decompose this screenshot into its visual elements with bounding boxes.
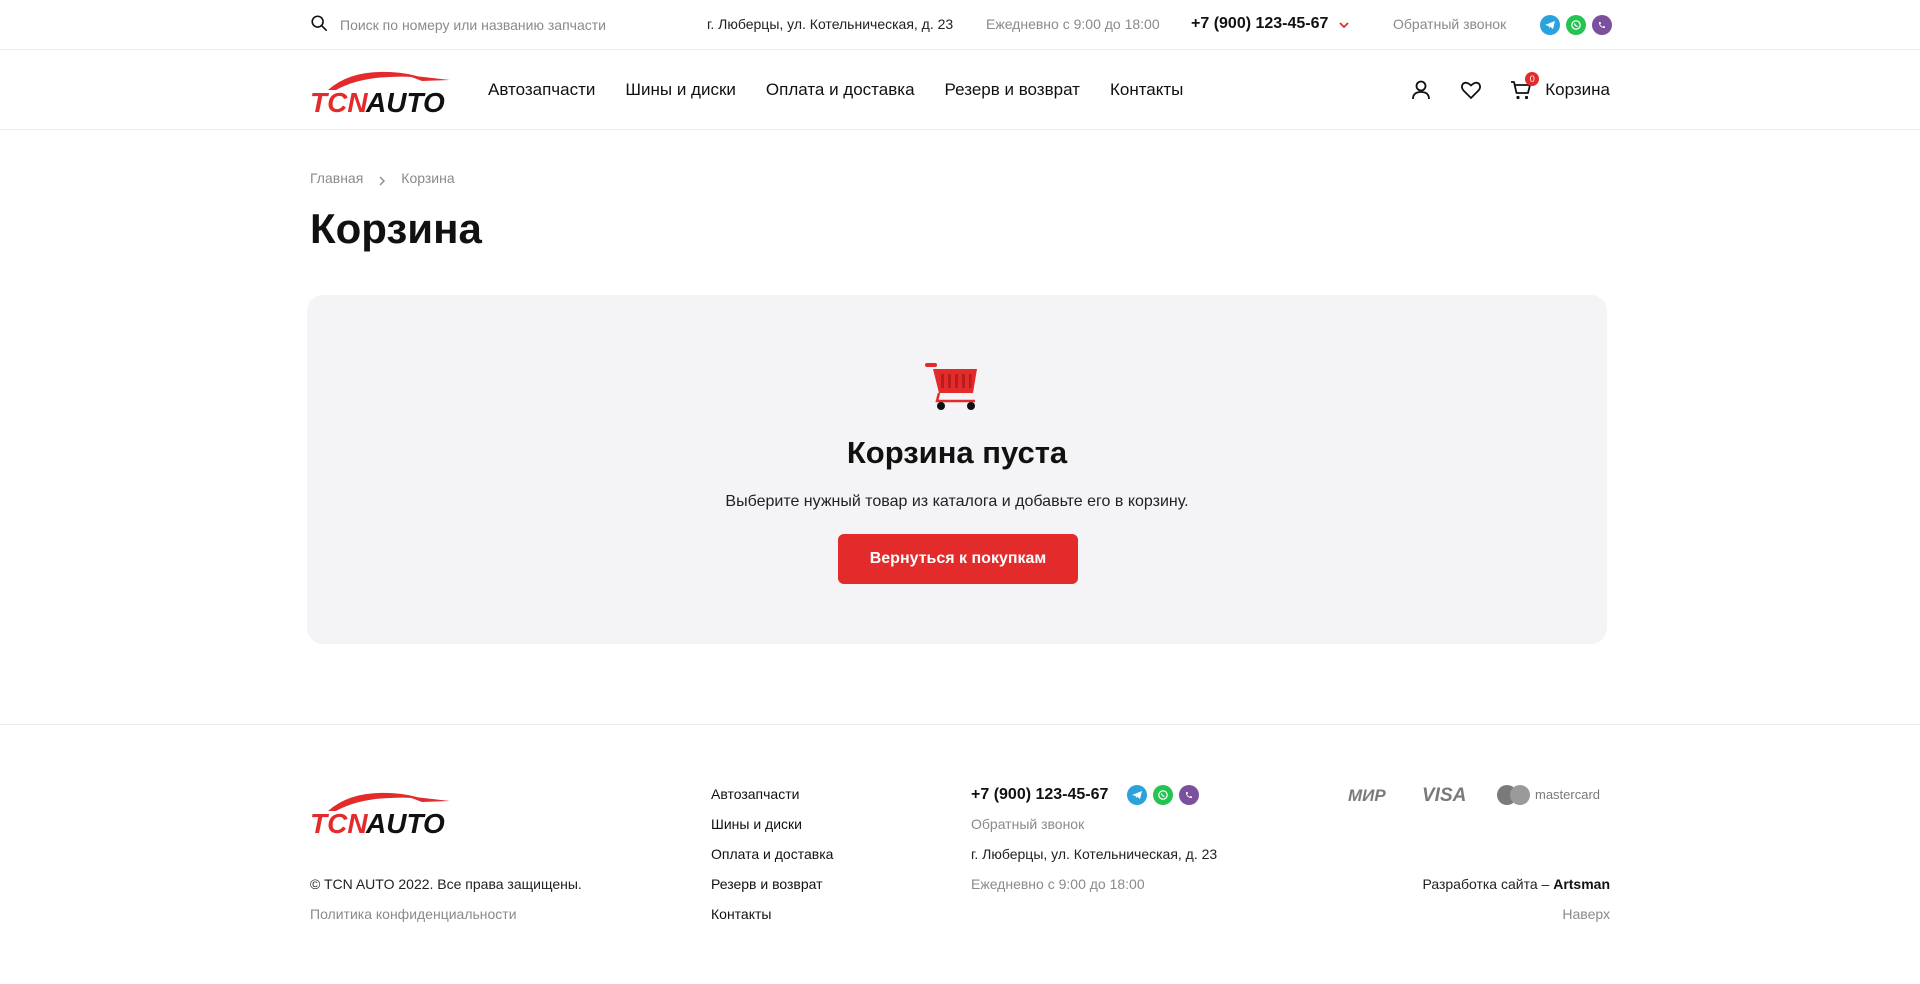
footer: TCN AUTO © TCN AUTO 2022. Все права защи…: [0, 724, 1920, 984]
visa-logo-text: VISA: [1422, 785, 1466, 805]
developer-credit: Разработка сайта – Artsman: [1422, 876, 1610, 892]
main-header: TCN AUTO Автозапчасти Шины и диски Оплат…: [0, 50, 1920, 130]
logo-text-red: TCN: [310, 87, 368, 116]
telegram-icon[interactable]: [1127, 785, 1147, 805]
cart-count-badge: 0: [1525, 72, 1540, 86]
viber-icon[interactable]: [1179, 785, 1199, 805]
empty-cart-title: Корзина пуста: [846, 435, 1068, 470]
page-title: Корзина: [310, 205, 482, 252]
shopping-cart-icon: [923, 361, 983, 413]
callback-link[interactable]: Обратный звонок: [1393, 16, 1506, 32]
nav-item-reserve[interactable]: Резерв и возврат: [945, 80, 1080, 100]
header-actions: 0 Корзина: [1383, 50, 1610, 130]
back-to-top-link[interactable]: Наверх: [1562, 906, 1610, 922]
cart-icon[interactable]: 0: [1509, 72, 1540, 102]
user-icon[interactable]: [1409, 78, 1433, 102]
top-bar: г. Люберцы, ул. Котельническая, д. 23 Еж…: [0, 0, 1920, 50]
logo[interactable]: TCN AUTO: [310, 64, 450, 118]
search-box[interactable]: [310, 0, 690, 50]
footer-nav-autoparts[interactable]: Автозапчасти: [711, 786, 833, 803]
breadcrumb-home[interactable]: Главная: [310, 170, 363, 186]
back-to-shopping-button[interactable]: Вернуться к покупкам: [838, 534, 1078, 584]
chevron-down-icon[interactable]: [1338, 18, 1350, 30]
whatsapp-icon[interactable]: [1566, 15, 1586, 35]
nav-item-contacts[interactable]: Контакты: [1110, 80, 1183, 100]
top-phone[interactable]: +7 (900) 123-45-67: [1191, 15, 1350, 33]
footer-nav-tires[interactable]: Шины и диски: [711, 816, 833, 833]
footer-phone[interactable]: +7 (900) 123-45-67: [971, 786, 1108, 804]
footer-nav: Автозапчасти Шины и диски Оплата и доста…: [711, 786, 833, 923]
developer-credit-prefix: Разработка сайта –: [1422, 876, 1554, 892]
breadcrumb: Главная Корзина: [310, 170, 455, 186]
main-nav: Автозапчасти Шины и диски Оплата и доста…: [488, 50, 1183, 130]
footer-messengers: [1127, 785, 1199, 805]
whatsapp-icon[interactable]: [1153, 785, 1173, 805]
search-icon[interactable]: [310, 14, 328, 37]
top-phone-number[interactable]: +7 (900) 123-45-67: [1191, 15, 1328, 33]
visa-logo: VISA: [1422, 785, 1466, 805]
footer-logo-text-black: AUTO: [365, 808, 445, 837]
logo-text-black: AUTO: [365, 87, 445, 116]
footer-logo[interactable]: TCN AUTO: [310, 785, 450, 839]
payment-methods: МИР VISA mastercard: [1348, 784, 1610, 806]
mir-logo: МИР: [1348, 786, 1386, 805]
footer-logo-text-red: TCN: [310, 808, 368, 837]
mastercard-logo-text: mastercard: [1535, 787, 1600, 802]
footer-nav-payment[interactable]: Оплата и доставка: [711, 846, 833, 863]
top-hours: Ежедневно с 9:00 до 18:00: [986, 16, 1160, 32]
empty-cart-panel: Корзина пуста Выберите нужный товар из к…: [307, 295, 1607, 644]
nav-item-payment[interactable]: Оплата и доставка: [766, 80, 915, 100]
footer-address: г. Люберцы, ул. Котельническая, д. 23: [971, 846, 1218, 862]
messengers: [1540, 15, 1612, 35]
footer-nav-contacts[interactable]: Контакты: [711, 906, 833, 923]
empty-cart-text: Выберите нужный товар из каталога и доба…: [725, 493, 1189, 510]
viber-icon[interactable]: [1592, 15, 1612, 35]
top-address: г. Люберцы, ул. Котельническая, д. 23: [707, 16, 954, 32]
footer-nav-reserve[interactable]: Резерв и возврат: [711, 876, 833, 893]
mastercard-logo: mastercard: [1497, 785, 1600, 805]
search-input[interactable]: [340, 17, 660, 33]
mir-logo-text: МИР: [1348, 786, 1386, 805]
nav-item-autoparts[interactable]: Автозапчасти: [488, 80, 595, 100]
heart-icon[interactable]: [1459, 78, 1483, 102]
chevron-right-icon: [377, 173, 387, 186]
cart-link[interactable]: Корзина: [1545, 80, 1610, 100]
copyright: © TCN AUTO 2022. Все права защищены.: [310, 876, 582, 892]
nav-item-tires[interactable]: Шины и диски: [625, 80, 735, 100]
breadcrumb-current: Корзина: [401, 170, 455, 186]
telegram-icon[interactable]: [1540, 15, 1560, 35]
footer-hours: Ежедневно с 9:00 до 18:00: [971, 876, 1145, 892]
footer-callback-link[interactable]: Обратный звонок: [971, 816, 1084, 832]
developer-link[interactable]: Artsman: [1553, 876, 1610, 892]
privacy-policy-link[interactable]: Политика конфиденциальности: [310, 906, 517, 922]
